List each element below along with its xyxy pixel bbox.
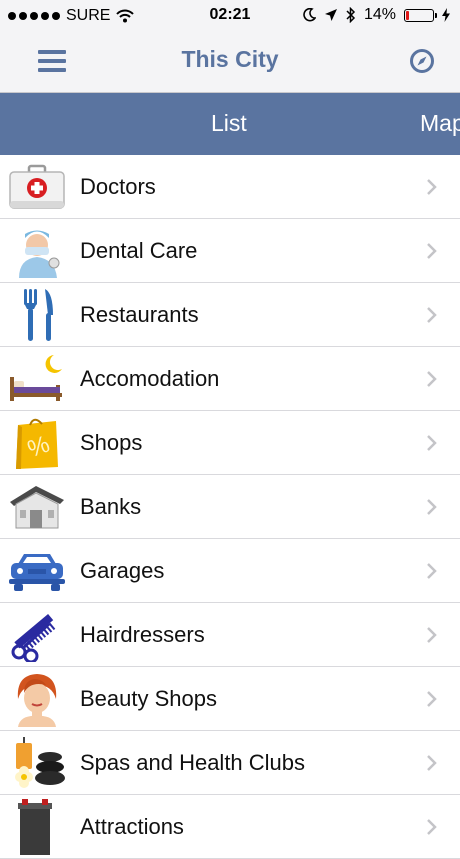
chevron-right-icon (427, 371, 437, 387)
fork-knife-icon (8, 287, 66, 342)
chevron-right-icon (427, 307, 437, 323)
list-item-label: Doctors (80, 174, 156, 199)
chevron-right-icon (427, 691, 437, 707)
battery-level (406, 10, 409, 20)
view-tab-strip: List Map (0, 93, 460, 155)
bed-moon-icon (8, 351, 66, 406)
spa-stones-icon (8, 735, 66, 790)
status-bar: SURE 02:21 14% (0, 0, 460, 32)
comb-scissors-icon (8, 607, 66, 662)
moon-icon (303, 8, 316, 22)
location-arrow-icon (324, 9, 337, 21)
tab-map[interactable]: Map (420, 110, 460, 137)
woman-face-icon (8, 671, 66, 727)
list-item-label: Restaurants (80, 302, 199, 327)
charging-bolt-icon (442, 8, 450, 22)
battery-icon (404, 8, 437, 22)
list-item-restaurants[interactable]: Restaurants (0, 283, 460, 347)
list-item-label: Hairdressers (80, 622, 205, 647)
list-item-doctors[interactable]: Doctors (0, 155, 460, 219)
tab-list[interactable]: List (211, 110, 247, 137)
navigation-bar: This City (0, 32, 460, 93)
chevron-right-icon (427, 563, 437, 579)
list-item-label: Spas and Health Clubs (80, 750, 306, 775)
list-item-beauty-shops[interactable]: Beauty Shops (0, 667, 460, 731)
list-item-label: Accomodation (80, 366, 220, 391)
car-icon (8, 543, 66, 598)
battery-percent: 14% (363, 6, 396, 23)
compass-icon[interactable] (408, 47, 436, 75)
dentist-icon (8, 223, 66, 278)
list-item-hairdressers[interactable]: Hairdressers (0, 603, 460, 667)
bank-building-icon (8, 479, 66, 534)
list-item-label: Banks (80, 494, 142, 519)
attraction-icon (8, 798, 66, 855)
category-list: Doctors Dental Care Restaurants Accomoda… (0, 155, 460, 859)
page-title: This City (181, 46, 279, 72)
list-item-label: Dental Care (80, 238, 198, 263)
list-item-banks[interactable]: Banks (0, 475, 460, 539)
list-item-label: Beauty Shops (80, 686, 217, 711)
shopping-bag-icon: % (8, 415, 66, 470)
list-item-label: Shops (80, 430, 143, 455)
list-item-spas[interactable]: Spas and Health Clubs (0, 731, 460, 795)
list-item-shops[interactable]: % Shops (0, 411, 460, 475)
chevron-right-icon (427, 243, 437, 259)
chevron-right-icon (427, 435, 437, 451)
status-right: 14% (303, 6, 450, 24)
bluetooth-icon (346, 7, 356, 23)
list-item-attractions[interactable]: Attractions (0, 795, 460, 859)
chevron-right-icon (427, 627, 437, 643)
chevron-right-icon (427, 499, 437, 515)
chevron-right-icon (427, 819, 437, 835)
chevron-right-icon (427, 179, 437, 195)
list-item-dental-care[interactable]: Dental Care (0, 219, 460, 283)
list-item-garages[interactable]: Garages (0, 539, 460, 603)
chevron-right-icon (427, 755, 437, 771)
list-item-label: Garages (80, 558, 165, 583)
list-item-accomodation[interactable]: Accomodation (0, 347, 460, 411)
first-aid-kit-icon (8, 159, 66, 214)
